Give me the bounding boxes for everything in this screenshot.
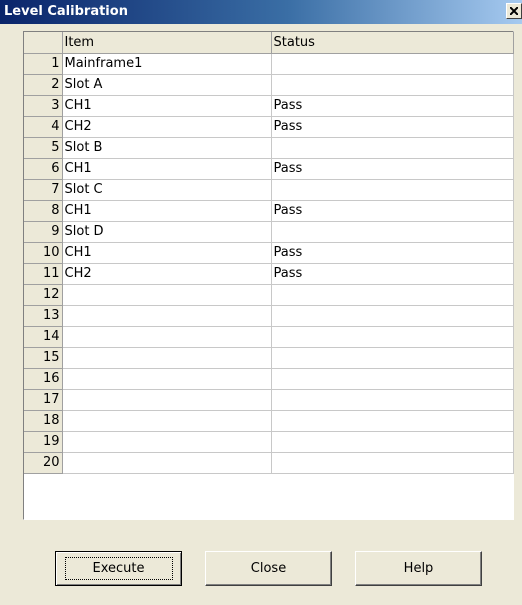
table-row[interactable]: 1 Mainframe1 <box>24 53 514 75</box>
item-cell[interactable]: Slot A <box>62 74 272 96</box>
calibration-table: Item Status 1 Mainframe1 2 Slot A 3 CH1 Pass 4 C… <box>24 32 514 474</box>
status-cell[interactable] <box>271 431 514 453</box>
close-window-button[interactable] <box>506 3 522 19</box>
item-cell[interactable]: Slot D <box>62 221 272 243</box>
status-cell[interactable]: Pass <box>271 158 514 180</box>
window-title: Level Calibration <box>4 4 128 19</box>
execute-button[interactable]: Execute <box>55 551 182 586</box>
item-cell[interactable] <box>62 326 272 348</box>
row-number[interactable]: 11 <box>24 263 63 285</box>
table-row[interactable]: 14 <box>24 326 514 348</box>
row-number[interactable]: 20 <box>24 452 63 474</box>
item-cell[interactable]: CH1 <box>62 242 272 264</box>
status-cell[interactable] <box>271 137 514 159</box>
item-cell[interactable]: CH2 <box>62 116 272 138</box>
row-number[interactable]: 3 <box>24 95 63 117</box>
item-cell[interactable]: CH2 <box>62 263 272 285</box>
row-number[interactable]: 8 <box>24 200 63 222</box>
column-header-item[interactable]: Item <box>62 32 272 54</box>
table-row[interactable]: 17 <box>24 389 514 411</box>
row-number[interactable]: 12 <box>24 284 63 306</box>
row-number[interactable]: 16 <box>24 368 63 390</box>
title-bar[interactable]: Level Calibration <box>0 0 522 24</box>
status-cell[interactable] <box>271 221 514 243</box>
status-cell[interactable]: Pass <box>271 116 514 138</box>
row-number[interactable]: 17 <box>24 389 63 411</box>
close-icon <box>510 7 518 15</box>
row-number[interactable]: 10 <box>24 242 63 264</box>
item-cell[interactable]: Slot C <box>62 179 272 201</box>
row-number[interactable]: 9 <box>24 221 63 243</box>
row-number[interactable]: 14 <box>24 326 63 348</box>
row-number[interactable]: 18 <box>24 410 63 432</box>
row-number[interactable]: 19 <box>24 431 63 453</box>
table-row[interactable]: 7 Slot C <box>24 179 514 201</box>
table-row[interactable]: 18 <box>24 410 514 432</box>
help-button[interactable]: Help <box>355 551 482 586</box>
status-cell[interactable] <box>271 74 514 96</box>
table-row[interactable]: 5 Slot B <box>24 137 514 159</box>
item-cell[interactable] <box>62 431 272 453</box>
corner-header[interactable] <box>24 32 63 54</box>
status-cell[interactable] <box>271 326 514 348</box>
table-row[interactable]: 20 <box>24 452 514 474</box>
table-row[interactable]: 3 CH1 Pass <box>24 95 514 117</box>
item-cell[interactable] <box>62 347 272 369</box>
status-cell[interactable]: Pass <box>271 263 514 285</box>
item-cell[interactable] <box>62 410 272 432</box>
status-cell[interactable] <box>271 347 514 369</box>
item-cell[interactable]: CH1 <box>62 95 272 117</box>
status-cell[interactable] <box>271 53 514 75</box>
item-cell[interactable]: CH1 <box>62 200 272 222</box>
column-header-status[interactable]: Status <box>271 32 514 54</box>
status-cell[interactable]: Pass <box>271 200 514 222</box>
status-cell[interactable] <box>271 368 514 390</box>
row-number[interactable]: 7 <box>24 179 63 201</box>
row-number[interactable]: 13 <box>24 305 63 327</box>
header-row: Item Status <box>24 32 514 54</box>
status-cell[interactable]: Pass <box>271 95 514 117</box>
item-cell[interactable] <box>62 368 272 390</box>
table-row[interactable]: 19 <box>24 431 514 453</box>
close-button-label: Close <box>250 561 287 576</box>
item-cell[interactable] <box>62 305 272 327</box>
execute-button-label: Execute <box>64 557 173 580</box>
calibration-grid[interactable]: Item Status 1 Mainframe1 2 Slot A 3 CH1 Pass 4 C… <box>23 31 514 520</box>
table-row[interactable]: 16 <box>24 368 514 390</box>
row-number[interactable]: 2 <box>24 74 63 96</box>
table-row[interactable]: 8 CH1 Pass <box>24 200 514 222</box>
table-row[interactable]: 11 CH2 Pass <box>24 263 514 285</box>
status-cell[interactable] <box>271 452 514 474</box>
status-cell[interactable] <box>271 410 514 432</box>
table-row[interactable]: 6 CH1 Pass <box>24 158 514 180</box>
item-cell[interactable]: Mainframe1 <box>62 53 272 75</box>
table-row[interactable]: 4 CH2 Pass <box>24 116 514 138</box>
help-button-label: Help <box>403 561 434 576</box>
table-row[interactable]: 13 <box>24 305 514 327</box>
row-number[interactable]: 6 <box>24 158 63 180</box>
status-cell[interactable] <box>271 305 514 327</box>
row-number[interactable]: 15 <box>24 347 63 369</box>
item-cell[interactable] <box>62 452 272 474</box>
item-cell[interactable] <box>62 389 272 411</box>
row-number[interactable]: 5 <box>24 137 63 159</box>
status-cell[interactable]: Pass <box>271 242 514 264</box>
item-cell[interactable] <box>62 284 272 306</box>
status-cell[interactable] <box>271 179 514 201</box>
table-row[interactable]: 12 <box>24 284 514 306</box>
table-row[interactable]: 10 CH1 Pass <box>24 242 514 264</box>
status-cell[interactable] <box>271 389 514 411</box>
row-number[interactable]: 4 <box>24 116 63 138</box>
item-cell[interactable]: Slot B <box>62 137 272 159</box>
row-number[interactable]: 1 <box>24 53 63 75</box>
close-button[interactable]: Close <box>205 551 332 586</box>
table-row[interactable]: 2 Slot A <box>24 74 514 96</box>
table-row[interactable]: 15 <box>24 347 514 369</box>
level-calibration-dialog: Level Calibration Item Status 1 Mainframe… <box>0 0 522 605</box>
table-row[interactable]: 9 Slot D <box>24 221 514 243</box>
item-cell[interactable]: CH1 <box>62 158 272 180</box>
status-cell[interactable] <box>271 284 514 306</box>
